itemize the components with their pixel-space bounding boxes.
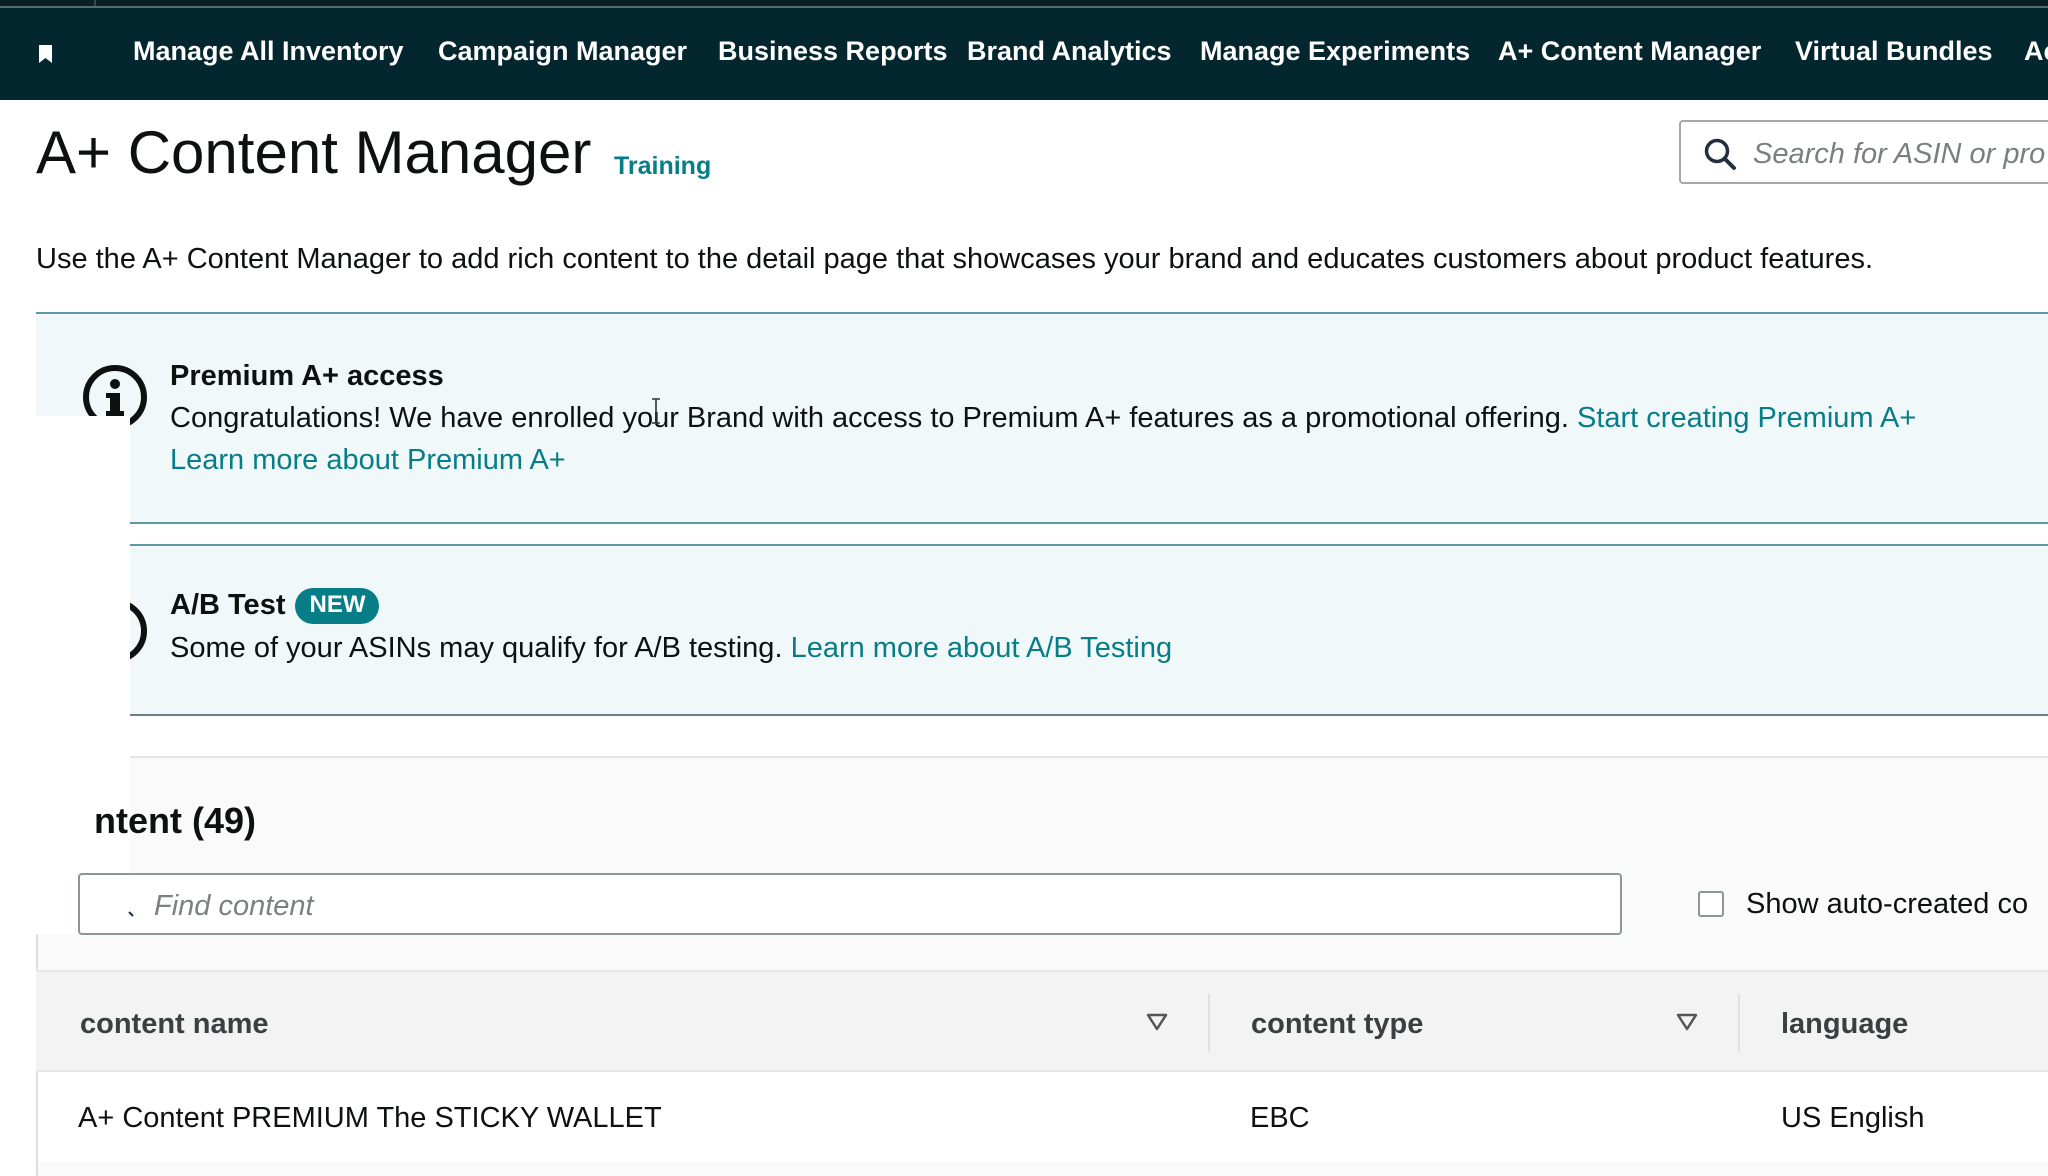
sort-down-icon[interactable] [1676,1012,1698,1032]
show-auto-created-toggle[interactable]: Show auto-created co [1698,888,2028,921]
column-divider [1208,994,1210,1052]
nav-item-manage-experiments[interactable]: Manage Experiments [1200,36,1470,67]
text-cursor-icon [652,398,660,424]
search-icon [128,911,134,917]
nav-item-manage-all-inventory[interactable]: Manage All Inventory [133,36,404,67]
training-link[interactable]: Training [614,152,711,181]
column-header-language[interactable]: language [1781,1008,1908,1041]
content-type-cell: EBC [1250,1102,1310,1134]
content-table-header: content name content type language [36,970,2048,1072]
ab-test-body: Some of your ASINs may qualify for A/B t… [170,632,1172,665]
new-badge: NEW [295,588,380,624]
page-title: A+ Content Manager [36,119,592,186]
premium-alert-body: Congratulations! We have enrolled your B… [170,402,1916,435]
language-cell: US English [1781,1102,1925,1134]
intro-description: Use the A+ Content Manager to add rich c… [36,243,1874,275]
asin-search-box[interactable] [1679,120,2048,184]
nav-item-virtual-bundles[interactable]: Virtual Bundles [1795,36,1993,67]
ab-test-alert: A/B Test NEW Some of your ASINs may quali… [36,544,2048,716]
nav-item-campaign-manager[interactable]: Campaign Manager [438,36,687,67]
ab-test-title: A/B Test [170,589,286,621]
show-auto-created-label: Show auto-created co [1746,888,2029,920]
column-header-content-name[interactable]: content name [80,1008,269,1041]
main-navigation: Manage All Inventory Campaign Manager Bu… [0,6,2048,100]
ab-test-text: Some of your ASINs may qualify for A/B t… [170,632,783,664]
asin-search-input[interactable] [1751,132,2048,176]
content-count-heading: ntent (49) [94,800,256,841]
premium-alert-learn-row: Learn more about Premium A+ [170,444,566,477]
learn-more-premium-link[interactable]: Learn more about Premium A+ [170,444,566,476]
search-icon[interactable] [1703,137,1737,171]
column-divider [1738,994,1740,1052]
premium-access-alert: Premium A+ access Congratulations! We ha… [36,312,2048,524]
column-header-content-type[interactable]: content type [1251,1008,1423,1041]
sort-down-icon[interactable] [1146,1012,1168,1032]
nav-item-business-reports[interactable]: Business Reports [718,36,948,67]
find-content-input[interactable] [152,883,1556,929]
nav-item-brand-analytics[interactable]: Brand Analytics [967,36,1172,67]
learn-more-ab-testing-link[interactable]: Learn more about A/B Testing [791,632,1173,664]
occluding-overlay [0,416,130,934]
bookmark-icon[interactable] [38,44,53,64]
find-content-box[interactable] [78,873,1622,935]
show-auto-created-checkbox[interactable] [1698,891,1724,917]
table-row: A+ Content PREMIUM The STICKY WALLET EBC… [36,1072,2048,1162]
nav-item-a-plus-content-manager[interactable]: A+ Content Manager [1498,36,1761,67]
premium-alert-title: Premium A+ access [170,360,444,392]
premium-alert-text: Congratulations! We have enrolled your B… [170,402,1569,434]
nav-item-overflow[interactable]: Ac [2024,36,2048,67]
content-name-link[interactable]: A+ Content PREMIUM The STICKY WALLET [78,1102,662,1135]
ab-test-title-row: A/B Test NEW [170,588,380,624]
start-creating-premium-link[interactable]: Start creating Premium A+ [1577,402,1916,434]
